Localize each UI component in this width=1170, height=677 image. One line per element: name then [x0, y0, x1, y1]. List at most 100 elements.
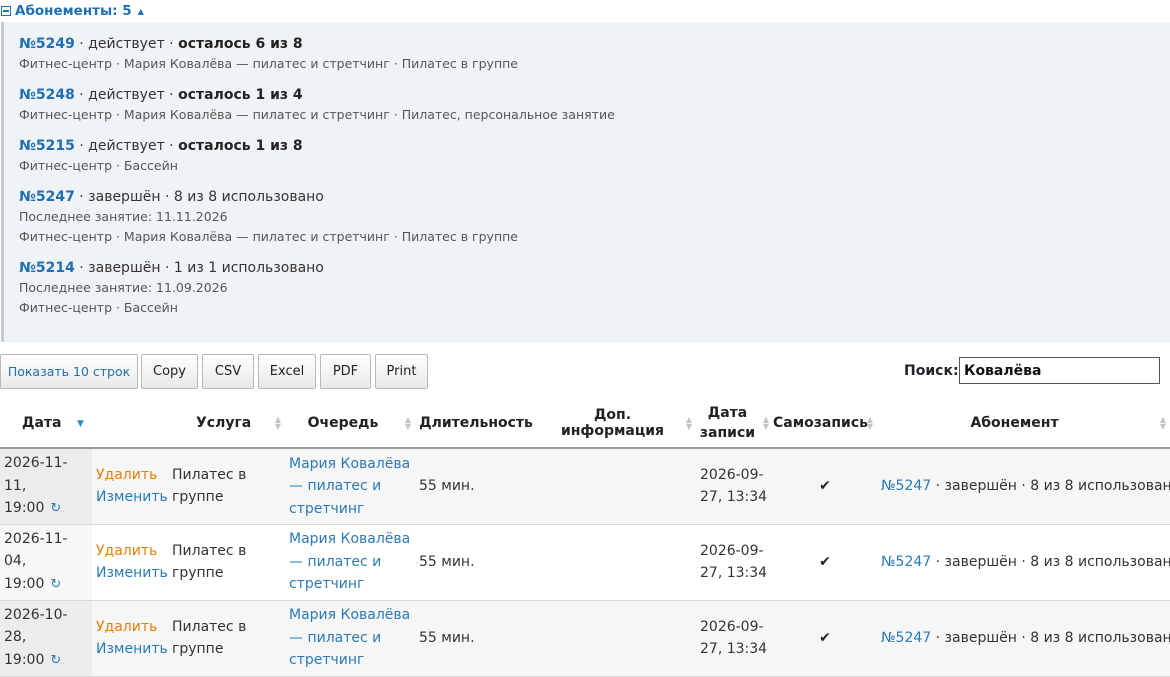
column-header-label: Абонемент	[970, 414, 1059, 431]
queue-cell: Мария Ковалёва — пилатес и стретчинг	[285, 448, 415, 525]
subscription-link[interactable]: №5247	[19, 189, 75, 205]
subscriptions-panel: №5249 · действует · осталось 6 из 8 Фитн…	[1, 22, 1170, 342]
column-header-booking-date[interactable]: Дата записи ▲ ▼	[696, 398, 773, 449]
separator: ·	[79, 138, 89, 154]
column-header-subscription[interactable]: Абонемент ▲ ▼	[877, 398, 1170, 449]
subscription-meta: Фитнес-центр · Мария Ковалёва — пилатес …	[19, 56, 518, 71]
column-header-date[interactable]: Дата ▼	[0, 398, 92, 449]
separator: ·	[164, 138, 179, 154]
collapse-icon	[1, 6, 11, 16]
subscription-link[interactable]: №5247	[881, 554, 931, 570]
separator: ·	[79, 189, 89, 205]
subscription-summary: · завершён · 8 из 8 использовано	[931, 478, 1170, 494]
booking-date: 2026-09-	[700, 466, 764, 483]
visit-date: 2026-11-11,	[4, 455, 68, 494]
subscription-summary: · завершён · 8 из 8 использовано	[931, 553, 1170, 570]
separator: ·	[160, 189, 174, 205]
column-header-duration[interactable]: Длительность	[415, 398, 541, 449]
edit-link[interactable]: Изменить	[96, 486, 168, 509]
column-header-label: записи	[699, 424, 756, 441]
booking-time: 27, 13:34	[700, 489, 768, 506]
column-header-extra-info[interactable]: Доп. информация ▲ ▼	[541, 398, 696, 449]
service-cell: Пилатес в группе	[168, 524, 285, 601]
sort-icon: ▲ ▼	[762, 414, 769, 431]
subscription-meta: Фитнес-центр · Мария Ковалёва — пилатес …	[19, 107, 615, 122]
subscription-remaining: осталось 6 из 8	[178, 36, 303, 52]
csv-button[interactable]: CSV	[202, 354, 254, 389]
subscription-last-visit: Последнее занятие: 11.09.2026	[19, 280, 228, 295]
column-header-label: Очередь	[307, 414, 379, 431]
subscription-cell: №5247 · завершён · 8 из 8 использовано	[877, 524, 1170, 601]
subscription-summary: · завершён · 8 из 8 использовано	[931, 629, 1170, 646]
duration-cell: 55 мин.	[415, 448, 541, 525]
separator: ·	[160, 260, 174, 276]
subscriptions-header-label: Абонементы: 5	[15, 3, 132, 19]
pdf-button[interactable]: PDF	[320, 354, 371, 389]
sort-icon: ▲ ▼	[404, 414, 411, 431]
subscription-status: завершён	[88, 260, 161, 276]
separator: ·	[164, 87, 179, 103]
column-header-actions	[92, 398, 168, 449]
repeat-icon[interactable]: ↻	[50, 653, 61, 668]
caret-up-icon: ▲	[137, 6, 144, 16]
subscription-link[interactable]: №5247	[881, 630, 931, 646]
extra-info-cell	[541, 600, 696, 677]
print-button[interactable]: Print	[375, 354, 428, 389]
separator: ·	[79, 87, 89, 103]
subscription-status: действует	[88, 138, 165, 154]
edit-link[interactable]: Изменить	[96, 562, 168, 585]
service-cell: Пилатес в группе	[168, 448, 285, 525]
booking-date-cell: 2026-09- 27, 13:34	[696, 448, 773, 525]
actions-cell: Удалить Изменить	[92, 524, 168, 601]
separator: ·	[164, 36, 179, 52]
edit-link[interactable]: Изменить	[96, 638, 168, 661]
search-input[interactable]	[959, 357, 1160, 384]
self-booking-check-icon: ✔	[773, 448, 877, 525]
repeat-icon[interactable]: ↻	[50, 501, 61, 516]
subscription-meta: Фитнес-центр · Бассейн	[19, 158, 178, 173]
repeat-icon[interactable]: ↻	[50, 577, 61, 592]
subscription-item: №5247 · завершён · 8 из 8 использовано П…	[19, 187, 1170, 247]
visit-date: 2026-11-04,	[4, 530, 68, 570]
column-header-queue[interactable]: Очередь ▲ ▼	[285, 398, 415, 449]
sort-icon: ▲ ▼	[274, 414, 281, 431]
table-row: 2026-11-04, 19:00 ↻ Удалить Изменить Пила…	[0, 524, 1170, 601]
subscription-link[interactable]: №5214	[19, 260, 75, 276]
subscription-item: №5249 · действует · осталось 6 из 8 Фитн…	[19, 34, 1170, 74]
visit-time: 19:00	[4, 575, 45, 592]
queue-cell: Мария Ковалёва — пилатес и стретчинг	[285, 524, 415, 601]
queue-link[interactable]: Мария Ковалёва — пилатес и стретчинг	[289, 531, 410, 592]
queue-link[interactable]: Мария Ковалёва — пилатес и стретчинг	[289, 456, 410, 517]
copy-button[interactable]: Copy	[141, 354, 198, 389]
subscription-item: №5248 · действует · осталось 1 из 4 Фитн…	[19, 85, 1170, 125]
self-booking-check-icon: ✔	[773, 600, 877, 677]
delete-link[interactable]: Удалить	[96, 464, 164, 487]
subscription-link[interactable]: №5247	[881, 478, 931, 494]
subscription-used: 8 из 8 использовано	[173, 189, 324, 205]
subscription-link[interactable]: №5248	[19, 87, 75, 103]
table-row: 2026-10-28, 19:00 ↻ Удалить Изменить Пила…	[0, 600, 1170, 677]
subscription-used: 1 из 1 использовано	[173, 260, 324, 276]
visits-table: Дата ▼ Услуга ▲ ▼ Очередь ▲ ▼ Длительность…	[0, 398, 1170, 677]
sort-icon: ▲ ▼	[685, 414, 692, 431]
delete-link[interactable]: Удалить	[96, 616, 164, 639]
subscription-link[interactable]: №5215	[19, 138, 75, 154]
delete-link[interactable]: Удалить	[96, 540, 164, 563]
subscription-remaining: осталось 1 из 8	[178, 138, 303, 154]
booking-time: 27, 13:34	[700, 641, 768, 657]
column-header-self-booking[interactable]: Самозапись ▲ ▼	[773, 398, 877, 449]
visit-time: 19:00	[4, 500, 45, 516]
duration-cell: 55 мин.	[415, 524, 541, 601]
extra-info-cell	[541, 524, 696, 601]
column-header-label: Длительность	[419, 414, 533, 431]
queue-link[interactable]: Мария Ковалёва — пилатес и стретчинг	[289, 607, 410, 668]
subscription-link[interactable]: №5249	[19, 36, 75, 52]
subscription-status: завершён	[88, 189, 161, 205]
subscription-cell: №5247 · завершён · 8 из 8 использовано	[877, 600, 1170, 677]
page-length-button[interactable]: Показать 10 строк	[0, 354, 138, 389]
subscriptions-toggle[interactable]: Абонементы: 5 ▲	[0, 0, 1170, 22]
excel-button[interactable]: Excel	[258, 354, 316, 389]
column-header-service[interactable]: Услуга ▲ ▼	[168, 398, 285, 449]
service-cell: Пилатес в группе	[168, 600, 285, 677]
extra-info-cell	[541, 448, 696, 525]
